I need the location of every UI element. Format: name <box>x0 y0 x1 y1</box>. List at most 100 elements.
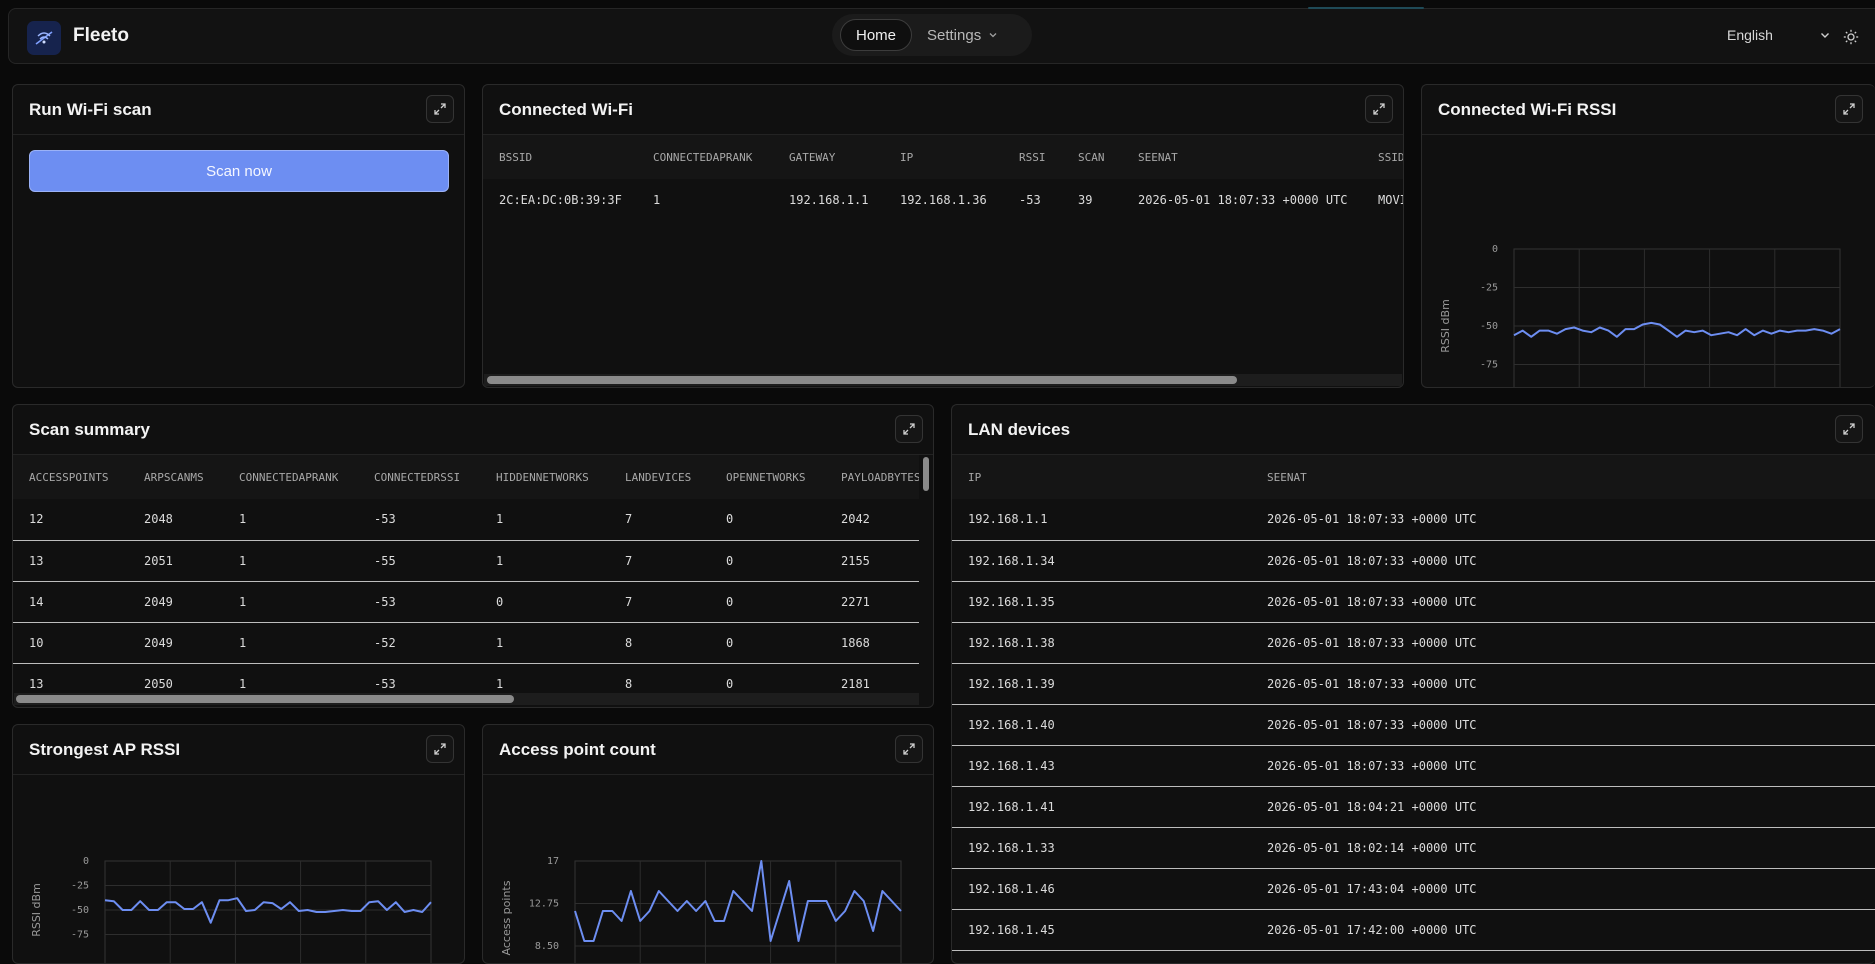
cell-seenat: 2026-05-01 18:02:14 +0000 UTC <box>1251 827 1875 868</box>
cell-payloadbytes: 2042 <box>825 499 919 540</box>
run-wifi-scan-card: Run Wi-Fi scan Scan now <box>12 84 465 388</box>
table-row[interactable]: 192.168.1.342026-05-01 18:07:33 +0000 UT… <box>952 540 1875 581</box>
column-header-opennetworks[interactable]: OPENNETWORKS <box>710 455 825 499</box>
series-line <box>575 861 901 941</box>
cell-connectedrssi: -53 <box>358 499 480 540</box>
column-header-landevices[interactable]: LANDEVICES <box>609 455 710 499</box>
table-row[interactable]: 1420491-530702271 <box>13 581 919 622</box>
table-row[interactable]: 2C:EA:DC:0B:39:3F1192.168.1.1192.168.1.3… <box>483 179 1403 220</box>
cell-seenat: 2026-05-01 18:04:21 +0000 UTC <box>1251 786 1875 827</box>
table-row[interactable]: 1020491-521801868 <box>13 622 919 663</box>
cell-opennetworks: 0 <box>710 663 825 693</box>
cell-ip: 192.168.1.36 <box>884 179 1003 220</box>
cell-seenat: 2026-05-01 18:07:33 +0000 UTC <box>1251 622 1875 663</box>
cell-landevices: 7 <box>609 581 710 622</box>
top-navigation-bar: Fleeto Home Settings English <box>8 8 1875 64</box>
column-header-ssid[interactable]: SSID <box>1362 135 1403 179</box>
horizontal-scrollbar[interactable] <box>484 374 1402 386</box>
cell-ssid: MOVI <box>1362 179 1403 220</box>
vertical-scrollbar[interactable] <box>923 457 929 491</box>
table-row[interactable]: 1320501-531802181 <box>13 663 919 693</box>
strongest-rssi-chart: 0-25-50-75RSSI dBm <box>13 775 465 964</box>
lan-devices-table[interactable]: IPSEENAT192.168.1.12026-05-01 18:07:33 +… <box>952 455 1875 963</box>
column-header-payloadbytes[interactable]: PAYLOADBYTES <box>825 455 919 499</box>
table-row[interactable]: 1220481-531702042 <box>13 499 919 540</box>
column-header-rssi[interactable]: RSSI <box>1003 135 1062 179</box>
column-header-ip[interactable]: IP <box>884 135 1003 179</box>
card-title: Run Wi-Fi scan <box>29 100 152 120</box>
column-header-accesspoints[interactable]: ACCESSPOINTS <box>13 455 128 499</box>
connected-wifi-table[interactable]: BSSIDCONNECTEDAPRANKGATEWAYIPRSSISCANSEE… <box>483 135 1403 387</box>
expand-icon[interactable] <box>1365 95 1393 123</box>
scan-summary-table[interactable]: ACCESSPOINTSARPSCANMSCONNECTEDAPRANKCONN… <box>13 455 919 693</box>
table-row[interactable]: 192.168.1.332026-05-01 18:02:14 +0000 UT… <box>952 827 1875 868</box>
table-row[interactable]: 192.168.1.382026-05-01 18:07:33 +0000 UT… <box>952 622 1875 663</box>
cell-opennetworks: 0 <box>710 622 825 663</box>
cell-landevices: 8 <box>609 622 710 663</box>
y-tick-label: -25 <box>1480 283 1498 294</box>
y-axis-label: RSSI dBm <box>30 883 43 937</box>
table-row[interactable]: 192.168.1.12026-05-01 18:07:33 +0000 UTC <box>952 499 1875 540</box>
table-row[interactable]: 192.168.1.392026-05-01 18:07:33 +0000 UT… <box>952 663 1875 704</box>
y-tick-label: 12.75 <box>529 899 559 910</box>
cell-opennetworks: 0 <box>710 581 825 622</box>
column-header-seenat[interactable]: SEENAT <box>1122 135 1362 179</box>
scan-summary-card: Scan summary ACCESSPOINTSARPSCANMSCONNEC… <box>12 404 934 708</box>
lan-devices-card: LAN devices IPSEENAT192.168.1.12026-05-0… <box>951 404 1875 964</box>
card-title: Access point count <box>499 740 656 760</box>
column-header-arpscanms[interactable]: ARPSCANMS <box>128 455 223 499</box>
y-axis-label: RSSI dBm <box>1439 299 1452 353</box>
language-select[interactable]: English <box>1727 27 1831 43</box>
cell-ip: 192.168.1.35 <box>952 581 1251 622</box>
table-row[interactable]: 1320511-551702155 <box>13 540 919 581</box>
column-header-hiddennetworks[interactable]: HIDDENNETWORKS <box>480 455 609 499</box>
column-header-scan[interactable]: SCAN <box>1062 135 1122 179</box>
table-row[interactable]: 192.168.1.412026-05-01 18:04:21 +0000 UT… <box>952 786 1875 827</box>
cell-hiddennetworks: 1 <box>480 622 609 663</box>
column-header-connectedaprank[interactable]: CONNECTEDAPRANK <box>223 455 358 499</box>
nav-settings-menu[interactable]: Settings <box>927 19 998 51</box>
column-header-ip[interactable]: IP <box>952 455 1251 499</box>
table-row[interactable]: 192.168.1.402026-05-01 18:07:33 +0000 UT… <box>952 704 1875 745</box>
expand-icon[interactable] <box>426 95 454 123</box>
column-header-seenat[interactable]: SEENAT <box>1251 455 1875 499</box>
cell-gateway: 192.168.1.1 <box>773 179 884 220</box>
expand-icon[interactable] <box>426 735 454 763</box>
column-header-bssid[interactable]: BSSID <box>483 135 637 179</box>
sun-icon[interactable] <box>1843 29 1859 45</box>
column-header-connectedrssi[interactable]: CONNECTEDRSSI <box>358 455 480 499</box>
cell-ip: 192.168.1.38 <box>952 622 1251 663</box>
horizontal-scrollbar[interactable] <box>14 693 919 705</box>
cell-ip: 192.168.1.34 <box>952 540 1251 581</box>
expand-icon[interactable] <box>1835 95 1863 123</box>
cell-hiddennetworks: 0 <box>480 581 609 622</box>
cell-connectedaprank: 1 <box>223 622 358 663</box>
expand-icon[interactable] <box>1835 415 1863 443</box>
expand-icon[interactable] <box>895 735 923 763</box>
cell-accesspoints: 14 <box>13 581 128 622</box>
cell-arpscanms: 2049 <box>128 622 223 663</box>
column-header-gateway[interactable]: GATEWAY <box>773 135 884 179</box>
cell-seenat: 2026-05-01 18:07:33 +0000 UTC <box>1122 179 1362 220</box>
table-row[interactable]: 192.168.1.462026-05-01 17:43:04 +0000 UT… <box>952 868 1875 909</box>
cell-arpscanms: 2048 <box>128 499 223 540</box>
cell-accesspoints: 13 <box>13 540 128 581</box>
card-title: Scan summary <box>29 420 150 440</box>
expand-icon[interactable] <box>895 415 923 443</box>
column-header-connectedaprank[interactable]: CONNECTEDAPRANK <box>637 135 773 179</box>
brand-name[interactable]: Fleeto <box>73 25 129 47</box>
nav-home-tab[interactable]: Home <box>840 19 912 51</box>
table-row[interactable]: 192.168.1.432026-05-01 18:07:33 +0000 UT… <box>952 745 1875 786</box>
cell-ip: 192.168.1.43 <box>952 745 1251 786</box>
y-tick-label: -50 <box>1480 321 1498 332</box>
wifi-logo-icon[interactable] <box>27 21 61 55</box>
cell-landevices: 7 <box>609 499 710 540</box>
cell-accesspoints: 10 <box>13 622 128 663</box>
table-row[interactable]: 192.168.1.452026-05-01 17:42:00 +0000 UT… <box>952 909 1875 950</box>
table-row[interactable]: 192.168.1.352026-05-01 18:07:33 +0000 UT… <box>952 581 1875 622</box>
scan-now-button[interactable]: Scan now <box>29 150 449 192</box>
cell-hiddennetworks: 1 <box>480 663 609 693</box>
cell-accesspoints: 12 <box>13 499 128 540</box>
cell-seenat: 2026-05-01 18:07:33 +0000 UTC <box>1251 499 1875 540</box>
cell-arpscanms: 2049 <box>128 581 223 622</box>
